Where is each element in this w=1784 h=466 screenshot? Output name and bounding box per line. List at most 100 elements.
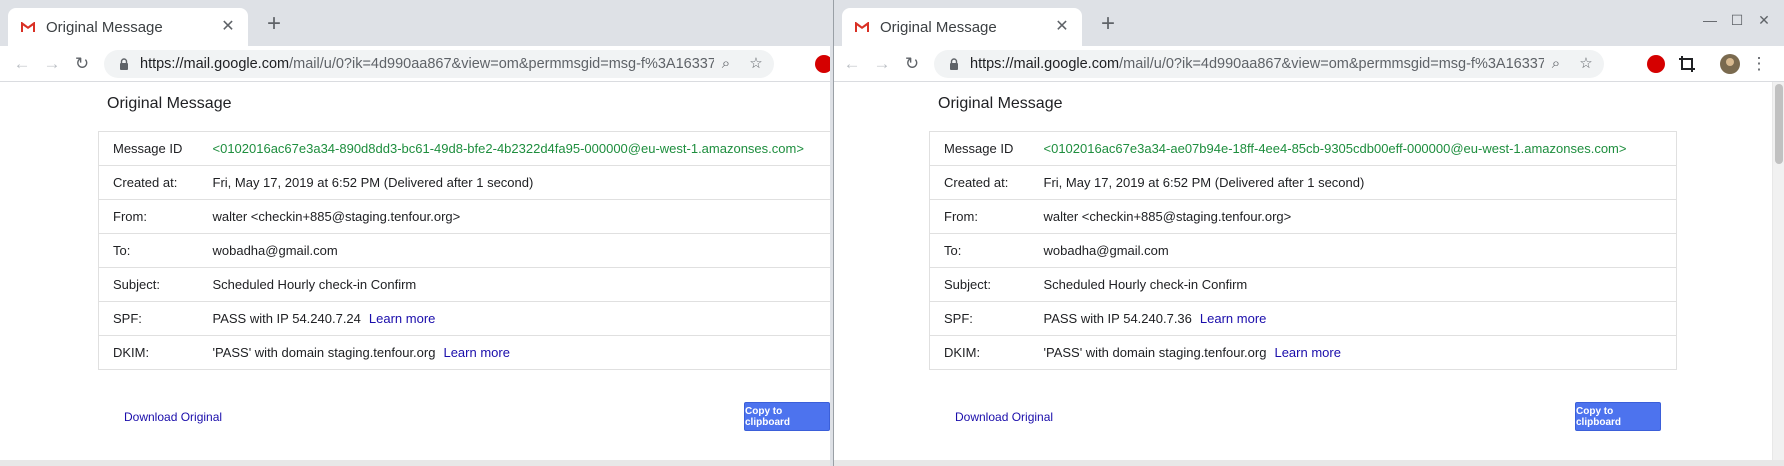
lock-icon (950, 58, 958, 70)
from-value: walter <checkin+885@staging.tenfour.org> (1029, 199, 1677, 234)
zoom-icon[interactable]: ⌕ (1544, 52, 1568, 76)
reload-icon[interactable]: ↻ (900, 52, 924, 76)
reload-icon[interactable]: ↻ (70, 52, 94, 76)
download-original-link[interactable]: Download Original (124, 410, 222, 424)
lock-icon (120, 58, 128, 70)
scrollbar-thumb[interactable] (1775, 84, 1783, 164)
tab-title: Original Message (880, 18, 997, 36)
table-row: Subject: Scheduled Hourly check-in Confi… (98, 267, 830, 302)
forward-arrow-icon[interactable]: → (40, 52, 64, 76)
from-value: walter <checkin+885@staging.tenfour.org> (198, 199, 830, 234)
row-key: Message ID (929, 131, 1030, 166)
dkim-learn-more-link[interactable]: Learn more (443, 345, 509, 360)
message-id-value: <0102016ac67e3a34-890d8dd3-bc61-49d8-bfe… (198, 131, 830, 166)
plus-icon[interactable]: + (1096, 12, 1120, 37)
table-row: Created at: Fri, May 17, 2019 at 6:52 PM… (98, 165, 830, 200)
message-id-value: <0102016ac67e3a34-ae07b94e-18ff-4ee4-85c… (1029, 131, 1677, 166)
star-icon[interactable]: ☆ (1574, 52, 1598, 76)
row-key: SPF: (929, 301, 1030, 336)
table-row: Message ID <0102016ac67e3a34-890d8dd3-bc… (98, 131, 830, 166)
row-key: Created at: (929, 165, 1030, 200)
close-icon[interactable]: ✕ (1054, 19, 1070, 35)
spf-cell: PASS with IP 54.240.7.24 Learn more (198, 301, 830, 336)
forward-arrow-icon[interactable]: → (870, 52, 894, 76)
table-row: Message ID <0102016ac67e3a34-ae07b94e-18… (929, 131, 1677, 166)
maximize-icon[interactable]: ☐ (1727, 12, 1747, 29)
back-arrow-icon[interactable]: ← (840, 52, 864, 76)
stop-extension-icon[interactable] (1646, 54, 1666, 74)
spf-cell: PASS with IP 54.240.7.36 Learn more (1029, 301, 1677, 336)
created-value: Fri, May 17, 2019 at 6:52 PM (Delivered … (198, 165, 830, 200)
subject-value: Scheduled Hourly check-in Confirm (198, 267, 830, 302)
dkim-cell: 'PASS' with domain staging.tenfour.org Le… (1029, 335, 1677, 370)
table-row: Subject: Scheduled Hourly check-in Confi… (929, 267, 1677, 302)
table-row: To: wobadha@gmail.com (929, 233, 1677, 268)
avatar[interactable] (1720, 54, 1740, 74)
to-value: wobadha@gmail.com (1029, 233, 1677, 268)
spf-value: PASS with IP 54.240.7.24 (212, 311, 361, 326)
tab-strip: Original Message ✕ + (0, 0, 830, 46)
url-text: https://mail.google.com/mail/u/0?ik=4d99… (140, 56, 714, 72)
horizontal-scrollbar[interactable] (0, 460, 830, 466)
spf-value: PASS with IP 54.240.7.36 (1043, 311, 1192, 326)
gmail-icon (21, 22, 35, 32)
row-key: To: (98, 233, 199, 268)
row-key: DKIM: (929, 335, 1030, 370)
browser-toolbar: ← → ↻ https://mail.google.com/mail/u/0?i… (834, 46, 1784, 82)
menu-icon[interactable]: ⋮ (1747, 52, 1771, 76)
browser-window-right: Original Message ✕ + — ☐ ✕ ← → ↻ https:/… (833, 0, 1784, 466)
table-row: DKIM: 'PASS' with domain staging.tenfour… (929, 335, 1677, 370)
vertical-scrollbar[interactable] (1772, 82, 1784, 466)
zoom-icon[interactable]: ⌕ (714, 52, 738, 76)
download-original-link[interactable]: Download Original (955, 410, 1053, 424)
copy-to-clipboard-button[interactable]: Copy to clipboard (1575, 402, 1661, 431)
dkim-value: 'PASS' with domain staging.tenfour.org (212, 345, 436, 360)
table-row: From: walter <checkin+885@staging.tenfou… (929, 199, 1677, 234)
spf-learn-more-link[interactable]: Learn more (369, 311, 435, 326)
table-row: To: wobadha@gmail.com (98, 233, 830, 268)
page-title: Original Message (938, 95, 1063, 112)
tab-strip: Original Message ✕ + — ☐ ✕ (834, 0, 1784, 46)
back-arrow-icon[interactable]: ← (10, 52, 34, 76)
dkim-cell: 'PASS' with domain staging.tenfour.org Le… (198, 335, 830, 370)
page-content: Original Message Message ID <0102016ac67… (0, 82, 830, 466)
browser-window-left: Original Message ✕ + ← → ↻ https://mail.… (0, 0, 830, 466)
horizontal-scrollbar[interactable] (834, 460, 1784, 466)
table-row: SPF: PASS with IP 54.240.7.36 Learn more (929, 301, 1677, 336)
created-value: Fri, May 17, 2019 at 6:52 PM (Delivered … (1029, 165, 1677, 200)
table-row: SPF: PASS with IP 54.240.7.24 Learn more (98, 301, 830, 336)
spf-learn-more-link[interactable]: Learn more (1200, 311, 1266, 326)
address-bar[interactable]: https://mail.google.com/mail/u/0?ik=4d99… (934, 50, 1604, 78)
address-bar[interactable]: https://mail.google.com/mail/u/0?ik=4d99… (104, 50, 774, 78)
row-key: Created at: (98, 165, 199, 200)
row-key: From: (929, 199, 1030, 234)
close-icon[interactable]: ✕ (220, 19, 236, 35)
stop-extension-icon[interactable] (814, 54, 830, 74)
browser-toolbar: ← → ↻ https://mail.google.com/mail/u/0?i… (0, 46, 830, 82)
plus-icon[interactable]: + (262, 12, 286, 37)
message-header-table: Message ID <0102016ac67e3a34-ae07b94e-18… (929, 131, 1677, 370)
table-row: DKIM: 'PASS' with domain staging.tenfour… (98, 335, 830, 370)
url-text: https://mail.google.com/mail/u/0?ik=4d99… (970, 56, 1544, 72)
dkim-learn-more-link[interactable]: Learn more (1274, 345, 1340, 360)
row-key: SPF: (98, 301, 199, 336)
tab-original-message[interactable]: Original Message ✕ (842, 8, 1082, 46)
row-key: From: (98, 199, 199, 234)
row-key: Subject: (929, 267, 1030, 302)
row-key: To: (929, 233, 1030, 268)
table-row: Created at: Fri, May 17, 2019 at 6:52 PM… (929, 165, 1677, 200)
page-title: Original Message (107, 95, 232, 112)
subject-value: Scheduled Hourly check-in Confirm (1029, 267, 1677, 302)
window-close-icon[interactable]: ✕ (1754, 12, 1774, 29)
to-value: wobadha@gmail.com (198, 233, 830, 268)
tab-original-message[interactable]: Original Message ✕ (8, 8, 248, 46)
star-icon[interactable]: ☆ (744, 52, 768, 76)
row-key: Subject: (98, 267, 199, 302)
dkim-value: 'PASS' with domain staging.tenfour.org (1043, 345, 1267, 360)
crop-extension-icon[interactable] (1677, 54, 1697, 74)
row-key: Message ID (98, 131, 199, 166)
copy-to-clipboard-button[interactable]: Copy to clipboard (744, 402, 830, 431)
minimize-icon[interactable]: — (1700, 12, 1720, 28)
tab-title: Original Message (46, 18, 163, 36)
row-key: DKIM: (98, 335, 199, 370)
